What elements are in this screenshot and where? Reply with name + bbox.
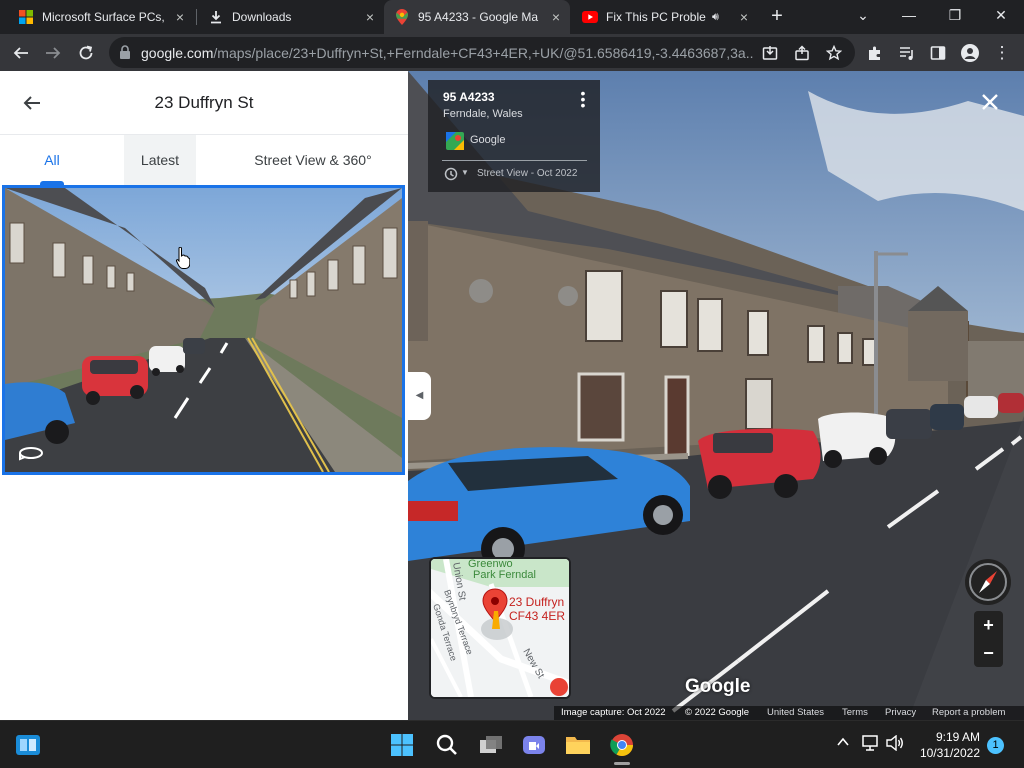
street-photo [5,188,402,472]
panel-header: 23 Duffryn St [0,71,408,135]
bookmark-star-icon[interactable] [824,43,844,63]
close-tab-icon[interactable]: × [366,9,374,25]
forward-button[interactable] [40,40,66,66]
place-title: 23 Duffryn St [154,93,254,112]
street-view-panorama[interactable]: 95 A4233 Ferndale, Wales • • • Google ▼ St… [408,71,1024,720]
clock-date: 10/31/2022 [919,746,980,760]
close-tab-icon[interactable]: × [740,9,748,25]
360-rotate-icon [19,447,43,461]
file-explorer-icon[interactable] [563,730,593,760]
notification-badge[interactable]: 1 [987,737,1004,754]
task-view-icon[interactable] [476,730,506,760]
active-app-indicator [614,762,630,765]
tab-youtube[interactable]: Fix This PC Problem 🔊︎ × [572,0,758,34]
chrome-menu-icon[interactable]: ⋮ [989,40,1015,66]
tab-microsoft-surface[interactable]: Microsoft Surface PCs, × [8,0,194,34]
history-clock-icon[interactable] [444,167,458,181]
network-icon[interactable] [862,735,880,755]
place-name: Ferndale, Wales [443,108,523,120]
tab-google-maps[interactable]: 95 A4233 - Google Ma × [384,0,570,34]
close-tab-icon[interactable]: × [176,9,184,25]
side-panel-icon[interactable] [925,40,951,66]
google-maps-logo-icon [446,132,464,150]
hand-cursor-icon [176,247,190,269]
tab-strip: Microsoft Surface PCs, × Downloads × 95 … [0,0,1024,34]
microsoft-logo-icon [18,9,34,25]
close-street-view-button[interactable] [980,93,1000,113]
provider-name[interactable]: Google [470,134,505,146]
report-problem-link[interactable]: Report a problem [932,707,1005,718]
volume-icon[interactable] [886,734,904,755]
profile-avatar-icon[interactable] [957,40,983,66]
minimize-button[interactable]: — [886,0,932,32]
tab-search-button[interactable]: ⌄ [840,0,886,32]
back-button[interactable] [8,40,34,66]
zoom-controls: + − [974,611,1003,667]
share-icon[interactable] [792,43,812,63]
photos-panel: 23 Duffryn St All Latest Street View & 3… [0,71,408,720]
street-view-footer: Image capture: Oct 2022 © 2022 Google Un… [554,706,1024,720]
tab-title: Downloads [232,10,292,24]
show-hidden-icons-chevron-icon[interactable] [836,735,850,753]
terms-link[interactable]: Terms [842,707,868,718]
url-text: google.com/maps/place/23+Duffryn+St,+Fer… [141,45,753,61]
widgets-icon[interactable] [13,730,43,760]
chrome-icon[interactable] [607,730,637,760]
teams-chat-icon[interactable] [519,730,549,760]
minimap[interactable]: Greenwo Park Ferndal 23 Duffryn CF43 4ER… [429,557,571,699]
search-icon[interactable] [432,730,462,760]
close-window-button[interactable]: ✕ [978,0,1024,32]
tab-downloads[interactable]: Downloads × [198,0,384,34]
tab-title: Fix This PC Problem [606,10,706,24]
tab-street-view-360[interactable]: Street View & 360° [236,135,390,185]
location-info-card: 95 A4233 Ferndale, Wales • • • Google ▼ St… [428,80,600,192]
street-view-thumbnail[interactable] [2,185,405,475]
youtube-icon [582,9,598,25]
new-tab-button[interactable]: + [765,5,789,29]
copyright-text: © 2022 Google [685,707,750,718]
tab-divider [196,9,197,25]
minimap-label: Park Ferndal [473,569,536,581]
tab-latest[interactable]: Latest [124,135,196,185]
collapse-panel-button[interactable]: ◀ [408,372,431,420]
caret-down-icon[interactable]: ▼ [461,168,469,177]
install-app-icon[interactable] [760,43,780,63]
minimap-image: Greenwo Park Ferndal 23 Duffryn CF43 4ER… [431,559,569,697]
reload-button[interactable] [73,40,99,66]
google-maps-icon [394,9,410,25]
google-watermark: Google [685,676,751,697]
more-options-icon[interactable]: • • • [578,86,588,112]
restore-button[interactable]: ❐ [932,0,978,32]
road-name: 95 A4233 [443,90,495,104]
zoom-out-button[interactable]: − [974,639,1003,667]
image-capture-text: Image capture: Oct 2022 [561,707,666,718]
start-menu-icon[interactable] [387,730,417,760]
address-bar[interactable]: google.com/maps/place/23+Duffryn+St,+Fer… [109,37,855,68]
download-icon [208,9,224,25]
media-control-icon[interactable] [894,40,920,66]
browser-toolbar: google.com/maps/place/23+Duffryn+St,+Fer… [0,34,1024,71]
card-divider [442,160,587,161]
privacy-link[interactable]: Privacy [885,707,916,718]
windows-taskbar: 9:19 AM 10/31/2022 1 [0,720,1024,768]
clock-time: 9:19 AM [935,730,980,744]
zoom-in-button[interactable]: + [974,611,1003,639]
capture-date: Street View - Oct 2022 [477,168,578,179]
tab-all[interactable]: All [20,135,84,185]
country-link[interactable]: United States [767,707,824,718]
close-tab-icon[interactable]: × [552,9,560,25]
minimap-label: CF43 4ER [509,609,565,623]
tab-title: 95 A4233 - Google Ma [418,10,539,24]
photo-tabs: All Latest Street View & 360° [0,135,408,185]
extensions-icon[interactable] [862,40,888,66]
lock-icon[interactable] [119,45,131,59]
clock[interactable]: 9:19 AM 10/31/2022 [912,729,980,761]
speaker-icon[interactable]: 🔊︎ [712,11,719,24]
compass-button[interactable] [965,559,1011,605]
tab-title: Microsoft Surface PCs, [42,10,165,24]
minimap-label: 23 Duffryn [509,595,564,609]
